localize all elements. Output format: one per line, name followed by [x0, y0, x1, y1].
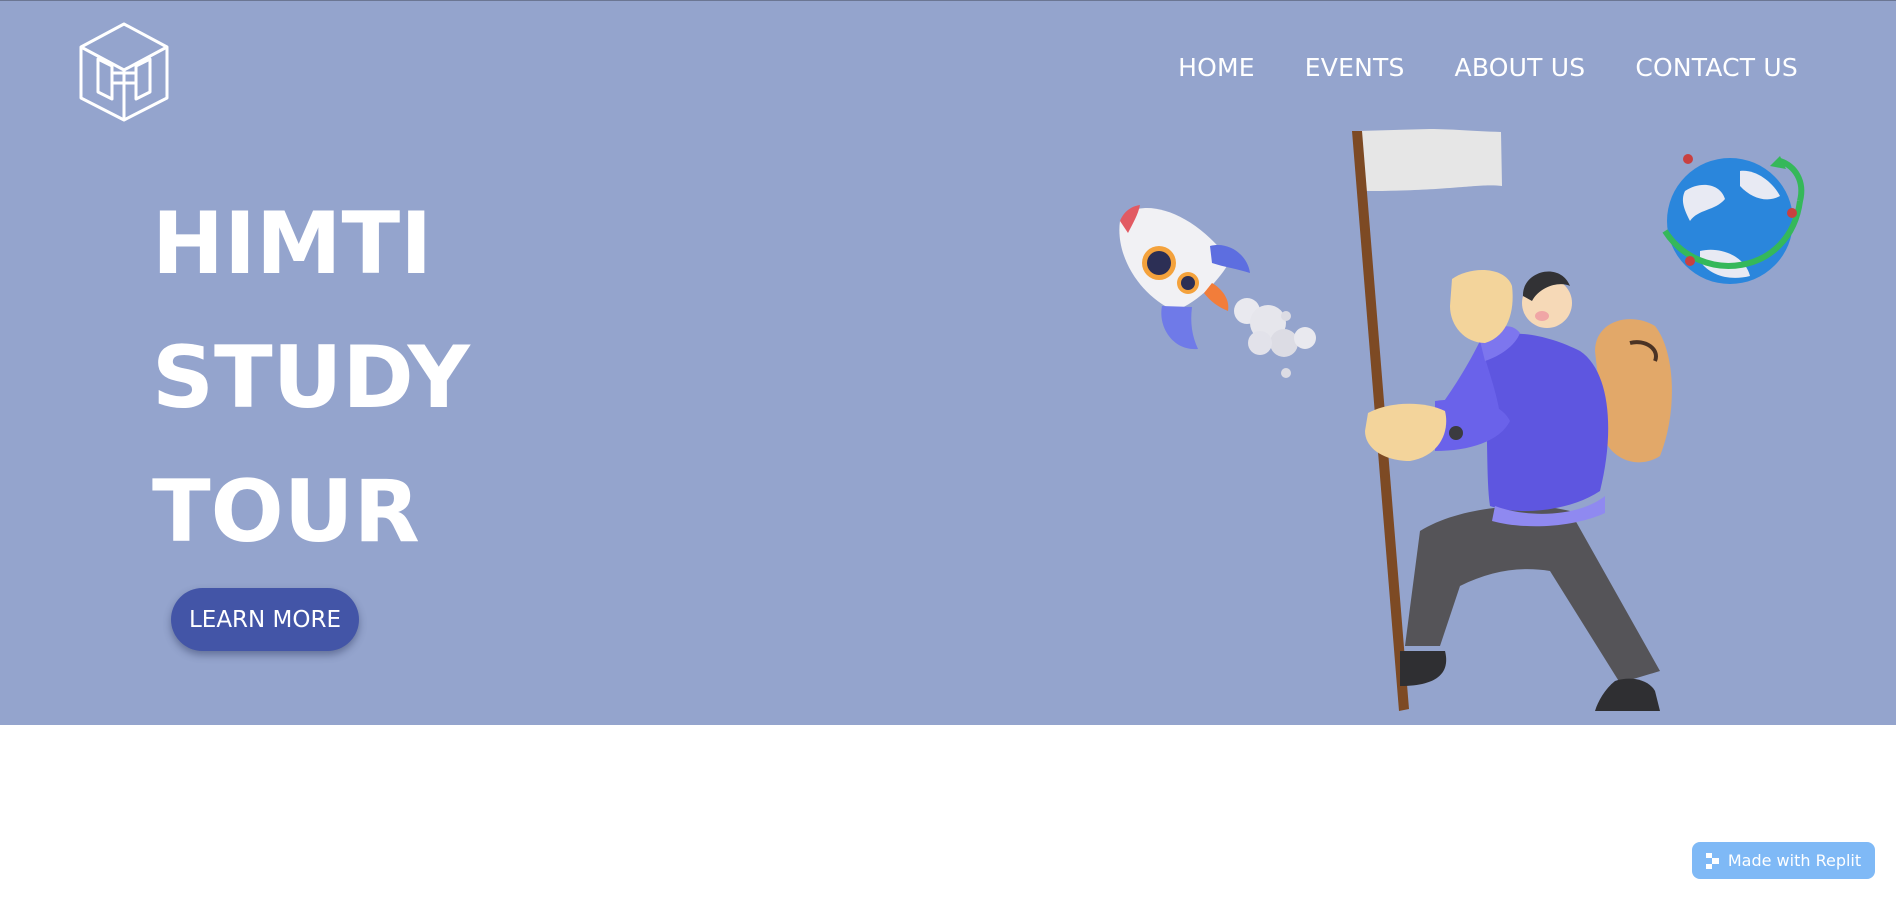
hiker-illustration — [1365, 269, 1672, 711]
rocket-illustration — [1119, 205, 1316, 378]
replit-icon — [1705, 852, 1719, 869]
replit-badge-label: Made with Replit — [1727, 851, 1862, 870]
hero-title-line: TOUR — [152, 462, 420, 562]
hero-title-line: STUDY — [152, 328, 470, 428]
nav-about-link[interactable]: ABOUT US — [1455, 53, 1586, 82]
hero-title: HIMTI STUDY TOUR — [152, 177, 470, 579]
hero-illustration — [1119, 129, 1805, 711]
nav-contact-link[interactable]: CONTACT US — [1635, 53, 1798, 82]
main-nav: HOME EVENTS ABOUT US CONTACT US — [1178, 53, 1798, 82]
globe-illustration — [1662, 154, 1805, 284]
nav-events-link[interactable]: EVENTS — [1305, 53, 1405, 82]
himti-logo[interactable] — [78, 21, 170, 123]
hero-section: HOME EVENTS ABOUT US CONTACT US HIMTI ST… — [0, 0, 1896, 725]
made-with-replit-badge[interactable]: Made with Replit — [1692, 842, 1875, 879]
nav-home-link[interactable]: HOME — [1178, 53, 1255, 82]
learn-more-button[interactable]: LEARN MORE — [171, 588, 359, 651]
hero-title-line: HIMTI — [152, 194, 433, 294]
